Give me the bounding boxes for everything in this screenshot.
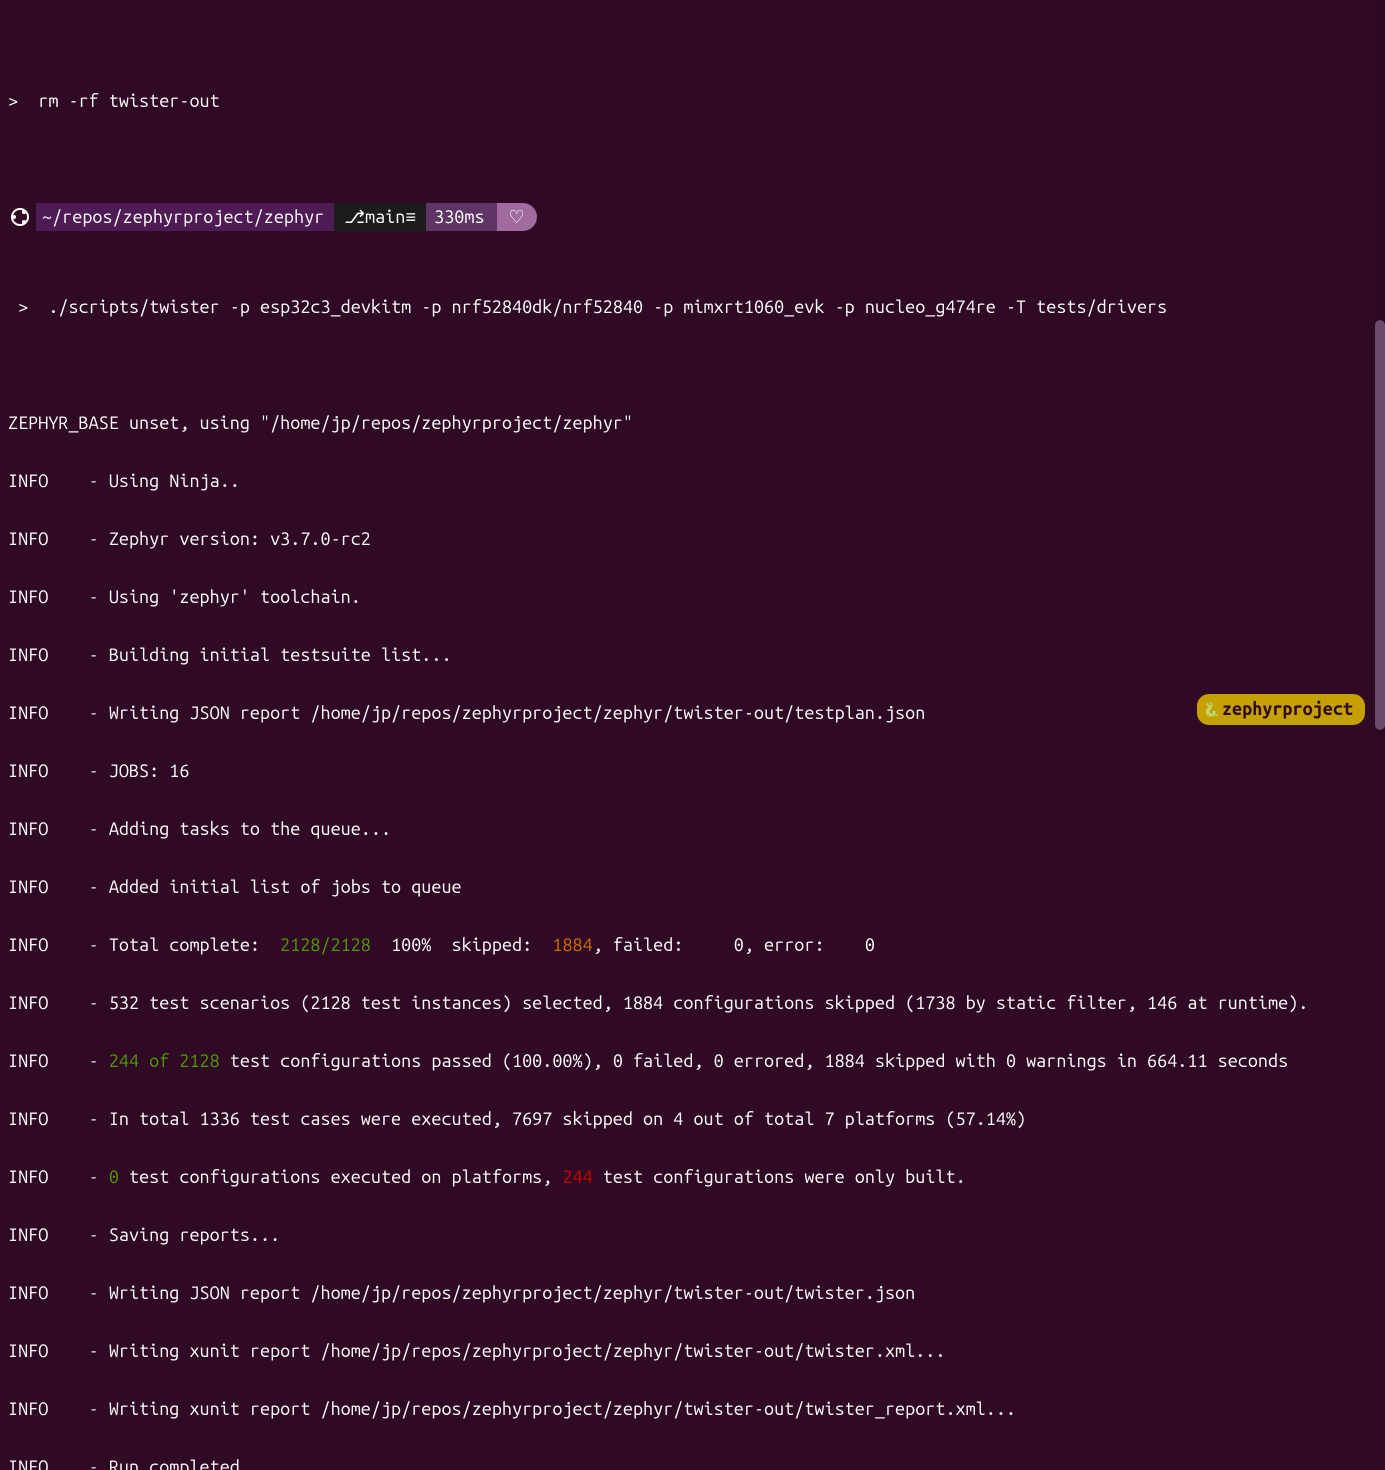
output-toolchain: INFO - Using 'zephyr' toolchain.	[8, 583, 1377, 612]
command-text: ./scripts/twister -p esp32c3_devkitm -p …	[48, 297, 1167, 317]
output-xunit2: INFO - Writing xunit report /home/jp/rep…	[8, 1395, 1377, 1424]
output-executed: INFO - 0 test configurations executed on…	[8, 1163, 1377, 1192]
branch-name: main	[365, 203, 405, 232]
cwd-path: ~/repos/zephyrproject/zephyr	[36, 203, 334, 231]
duration-segment: 330ms	[426, 203, 496, 231]
scrollbar-thumb[interactable]	[1375, 320, 1385, 730]
output-done: INFO - Run completed	[8, 1453, 1377, 1470]
output-building: INFO - Building initial testsuite list..…	[8, 641, 1377, 670]
output-jobs: INFO - JOBS: 16	[8, 757, 1377, 786]
output-added: INFO - Added initial list of jobs to que…	[8, 873, 1377, 902]
output-saving: INFO - Saving reports...	[8, 1221, 1377, 1250]
output-zephyr-base: ZEPHYR_BASE unset, using "/home/jp/repos…	[8, 409, 1377, 438]
git-branch-segment: ⎇ main ≡	[334, 203, 426, 231]
output-ninja: INFO - Using Ninja..	[8, 467, 1377, 496]
scrollbar-track[interactable]	[1375, 0, 1385, 735]
output-scenarios: INFO - 532 test scenarios (2128 test ins…	[8, 989, 1377, 1018]
command-line: > ./scripts/twister -p esp32c3_devkitm -…	[8, 293, 1377, 322]
executed-count: 0	[109, 1167, 119, 1187]
complete-count: 2128/2128	[280, 935, 371, 955]
prompt-line-1: ~/repos/zephyrproject/zephyr ⎇ main ≡ 33…	[8, 203, 537, 231]
output-json-out: INFO - Writing JSON report /home/jp/repo…	[8, 1279, 1377, 1308]
built-count: 244	[562, 1167, 592, 1187]
prev-command-text: rm -rf twister-out	[38, 91, 219, 111]
branch-state: ≡	[405, 203, 416, 232]
output-complete: INFO - Total complete: 2128/2128 100% sk…	[8, 931, 1377, 960]
output-total-cases: INFO - In total 1336 test cases were exe…	[8, 1105, 1377, 1134]
output-json-plan: INFO - Writing JSON report /home/jp/repo…	[8, 699, 1377, 728]
virtualenv-name: zephyrproject	[1222, 695, 1353, 724]
output-passed: INFO - 244 of 2128 test configurations p…	[8, 1047, 1377, 1076]
passed-count: 244 of 2128	[109, 1051, 220, 1071]
prev-command-line: > rm -rf twister-out	[8, 87, 1377, 116]
heart-icon: ♡	[497, 203, 537, 231]
output-adding: INFO - Adding tasks to the queue...	[8, 815, 1377, 844]
virtualenv-badge: 🐍zephyrproject	[1197, 694, 1365, 725]
ubuntu-icon	[8, 203, 32, 231]
branch-icon: ⎇	[344, 203, 365, 232]
terminal-output[interactable]: > rm -rf twister-out ~/repos/zephyrproje…	[0, 0, 1385, 1470]
output-version: INFO - Zephyr version: v3.7.0-rc2	[8, 525, 1377, 554]
python-icon: 🐍	[1203, 695, 1220, 724]
skipped-count: 1884	[552, 935, 592, 955]
output-xunit1: INFO - Writing xunit report /home/jp/rep…	[8, 1337, 1377, 1366]
